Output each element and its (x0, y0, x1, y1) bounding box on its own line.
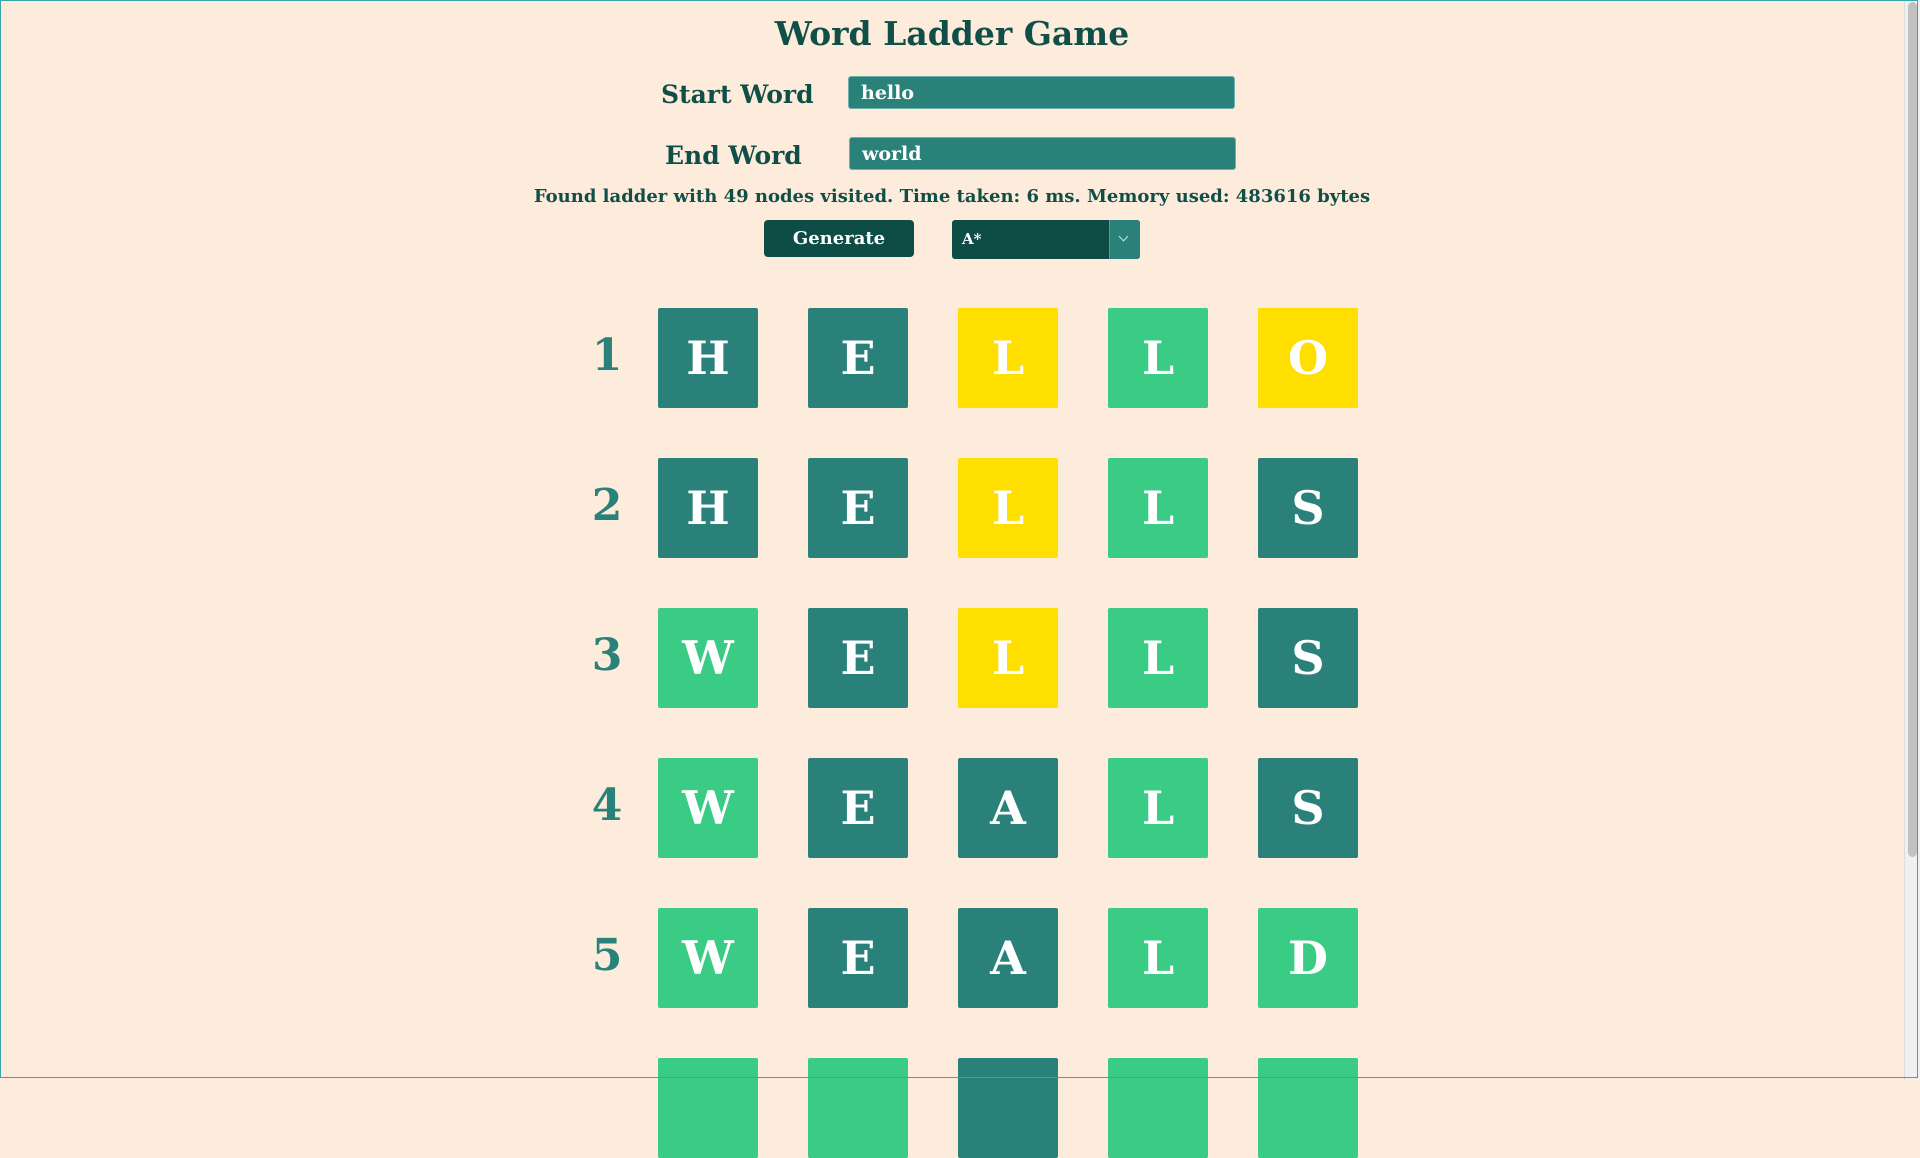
letter-tile: W (658, 908, 758, 1008)
page-title: Word Ladder Game (774, 14, 1130, 53)
algorithm-select[interactable]: A* (952, 220, 1140, 259)
letter-tile: E (808, 308, 908, 408)
start-word-label: Start Word (661, 80, 814, 109)
generate-button[interactable]: Generate (764, 220, 914, 257)
letter-tile: W (658, 758, 758, 858)
letter-tile: A (958, 908, 1058, 1008)
letter-tile: O (1258, 308, 1358, 408)
letter-tile (1258, 1058, 1358, 1158)
letter-tile: E (808, 458, 908, 558)
letter-tile: W (658, 608, 758, 708)
row-number: 4 (591, 780, 623, 831)
letter-tile: E (808, 608, 908, 708)
end-word-input[interactable] (849, 137, 1236, 170)
letter-tile (958, 1058, 1058, 1158)
dropdown-button[interactable] (1109, 220, 1140, 259)
vertical-scrollbar[interactable] (1904, 0, 1920, 1080)
letter-tile (808, 1058, 908, 1158)
end-word-label: End Word (665, 141, 802, 170)
letter-tile: H (658, 458, 758, 558)
letter-tile: E (808, 908, 908, 1008)
row-number: 2 (591, 480, 623, 531)
letter-tile (658, 1058, 758, 1158)
letter-tile: L (1108, 458, 1208, 558)
row-number: 5 (591, 930, 623, 981)
letter-tile: L (1108, 308, 1208, 408)
row-number: 1 (591, 330, 623, 381)
letter-tile: D (1258, 908, 1358, 1008)
letter-tile: S (1258, 458, 1358, 558)
letter-tile: L (958, 458, 1058, 558)
letter-tile: S (1258, 608, 1358, 708)
letter-tile: L (958, 308, 1058, 408)
scrollbar-thumb[interactable] (1908, 2, 1917, 857)
letter-tile (1108, 1058, 1208, 1158)
letter-tile: S (1258, 758, 1358, 858)
letter-tile: H (658, 308, 758, 408)
letter-tile: L (1108, 608, 1208, 708)
status-message: Found ladder with 49 nodes visited. Time… (533, 186, 1371, 207)
letter-tile: A (958, 758, 1058, 858)
start-word-input[interactable] (848, 76, 1235, 109)
algorithm-selected-value: A* (962, 230, 982, 248)
letter-tile: E (808, 758, 908, 858)
letter-tile: L (1108, 908, 1208, 1008)
app: Word Ladder Game Start Word End Word Fou… (0, 0, 1904, 1158)
letter-tile: L (958, 608, 1058, 708)
row-number: 3 (591, 630, 623, 681)
letter-tile: L (1108, 758, 1208, 858)
chevron-down-icon (1118, 231, 1129, 242)
